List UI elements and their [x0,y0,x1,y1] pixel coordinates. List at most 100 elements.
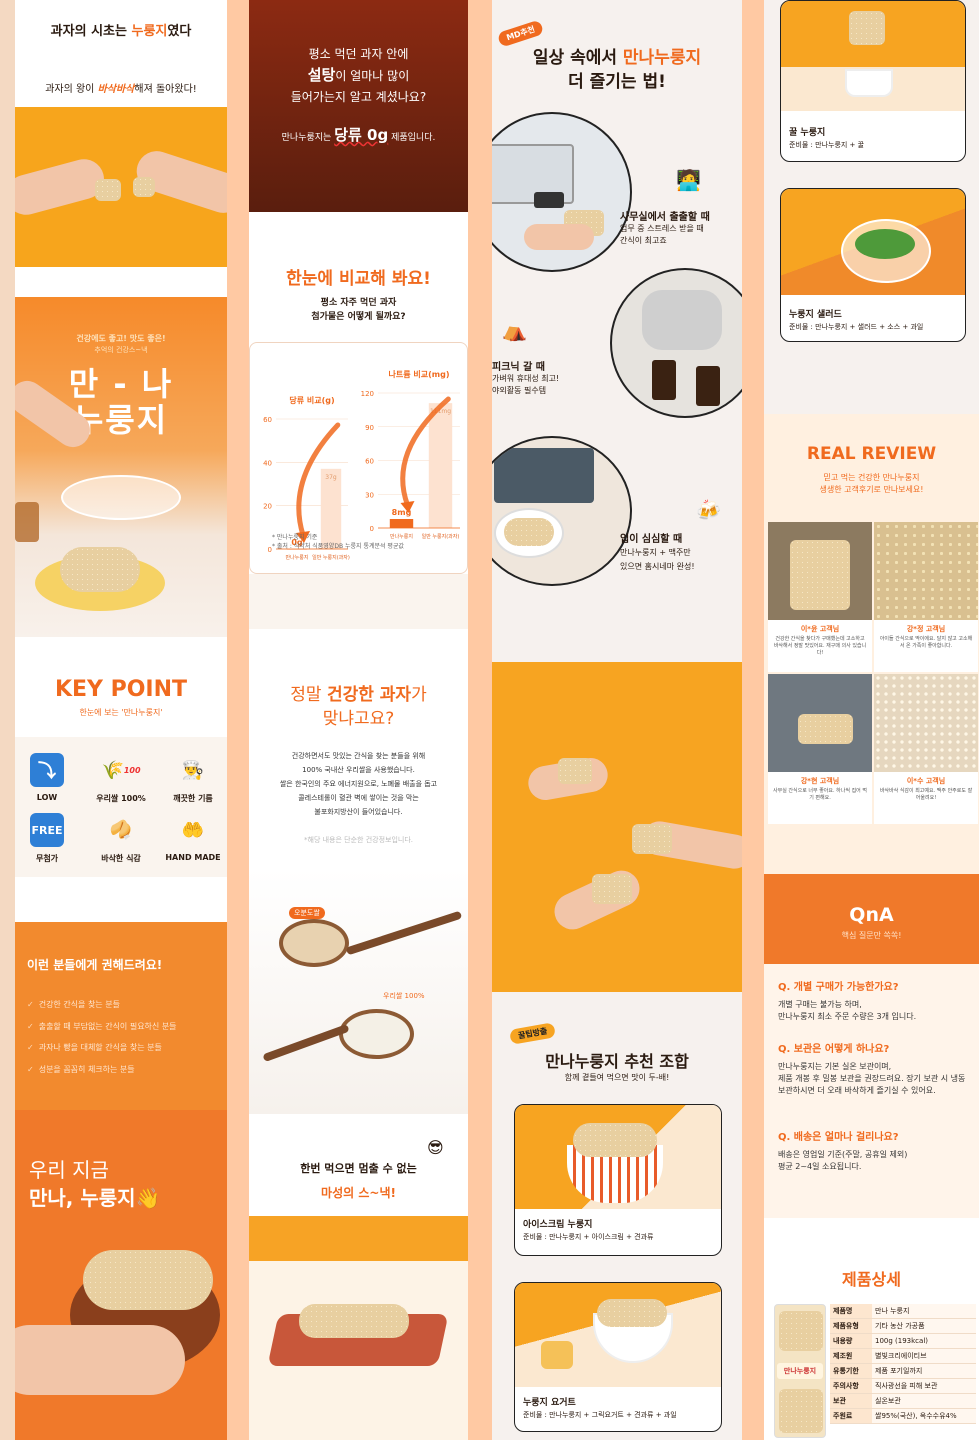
chart-note-2: * 출처 : 식약처 식품영양DB 누룽지 통계분석 평균값 [272,543,404,550]
qna-question: Q. 개별 구매가 가능한가요? [778,982,899,993]
recommend-list: ✓ 건강한 간식을 찾는 분들 ✓ 출출할 때 부담없는 간식이 필요하신 분들 ✓… [27,994,177,1080]
qna-title: QnA [849,904,894,926]
honey-tip-badge: 꿀팁방출 [509,1022,557,1045]
healthy-section: 정말 건강한 과자가 맞냐고요? 건강하면서도 맛있는 간식을 찾는 분들을 위… [249,629,468,869]
combo-title: 만나누룽지 추천 조합 [545,1052,689,1071]
fortune-cookie-icon: 🥠 [109,819,133,841]
check-icon: ✓ [27,1000,34,1009]
healthy-note: *해당 내용은 단순한 건강정보입니다. [304,836,413,844]
scene-snack-title: 입이 심심할 때 [620,534,683,545]
beer-mugs-icon: 🍻 [696,498,721,522]
key-point-label: 바삭한 식감 [101,854,141,863]
review-author: 이*수 고객님 [906,777,946,785]
combo-3-name: 꿀 누룽지 [789,128,826,138]
md-recommend-badge: MD추천 [496,19,545,48]
detail-key: 주원료 [830,1408,872,1424]
qna-question: Q. 배송은 얼마나 걸리나요? [778,1132,899,1143]
detail-value: 별빛크리에이티브 [872,1348,976,1364]
hands-breaking-nurungji-photo [15,107,227,267]
md-recommend-section: MD추천 일상 속에서 만나누룽지 더 즐기는 법! 🧑‍💻 사무실에서 출출할… [492,0,742,662]
key-point-subtitle: 한눈에 보는 '만나누룽지' [79,708,163,717]
chart-title: 당류 비교(g) [289,395,334,405]
recommend-title: 이런 분들에게 권해드려요! [27,958,163,972]
recommend-section: 이런 분들에게 권해드려요! ✓ 건강한 간식을 찾는 분들 ✓ 출출할 때 부담없… [15,922,227,1110]
review-text: 바삭바삭 식감이 최고예요. 맥주 안주로도 잘 어울려요! [879,788,973,801]
sugar-answer-highlight: 당류 0g [334,126,389,144]
combo-card-honey: 꿀 누룽지 준비물 : 만나누룽지 + 꿀 [780,0,966,162]
scene-office-desc-2: 간식이 최고죠 [620,236,667,245]
combo-4-name: 누룽지 샐러드 [789,310,842,320]
key-point-header: KEY POINT 한눈에 보는 '만나누룽지' [15,637,227,737]
bar [389,519,414,528]
key-point-rice: 🌾 100 우리쌀 100% [91,753,151,804]
closing-section: 우리 지금 만나, 누룽지👋 [15,1110,227,1440]
detail-key: 보관 [830,1393,872,1409]
y-tick-label: 60 [365,458,374,466]
detail-value: 직사광선을 피해 보관 [872,1378,976,1394]
detail-value: 만나 누룽지 [872,1304,976,1319]
hero-tagline-1: 건강에도 좋고! 맛도 좋은! [76,334,166,343]
detail-key: 제품명 [830,1304,872,1319]
intro-title-prefix: 과자의 시초는 [50,24,127,39]
sugar-section: 평소 먹던 과자 안에 설탕이 얼마나 많이 들어가는지 알고 계셨나요? 만나… [249,0,468,212]
detail-row: 주의사항 직사광선을 피해 보관 [830,1378,976,1394]
addictive-line-1: 한번 먹으면 멈출 수 없는 [300,1162,417,1175]
closing-line-1: 우리 지금 [29,1158,109,1182]
qna-answer-1: 만나누룽지는 기본 실온 보관이며, [778,1062,892,1071]
review-text: 건강한 간식을 찾다가 구매했는데 고소하고 바삭해서 정말 맛있어요. 재구매… [773,636,867,656]
hero-tagline-2: 추억의 건강스~낵 [94,346,148,354]
compare-subtitle-2: 첨가물은 어떻게 될까요? [311,312,406,322]
x-tick-label: 일반 누룽지(과자) [312,554,350,561]
scene-snack-desc-1: 만나누룽지 + 맥주만 [620,548,691,557]
y-tick-label: 0 [370,525,374,533]
review-author: 강*정 고객님 [906,625,946,633]
column-gap [227,0,249,1440]
arrow-down-icon: ⤵ [30,753,64,787]
compare-subtitle-1: 평소 자주 먹던 과자 [320,298,397,308]
review-card: 이*수 고객님 바삭바삭 식감이 최고예요. 맥주 안주로도 잘 어울려요! [874,674,978,824]
y-tick-label: 30 [365,491,374,499]
check-icon: ✓ [27,1043,34,1052]
key-point-label: LOW [36,793,58,802]
healthy-title-line-2: 맞냐고요? [322,709,395,729]
detail-value: 기타 농산 가공품 [872,1318,976,1334]
detail-column-2: 평소 먹던 과자 안에 설탕이 얼마나 많이 들어가는지 알고 계셨나요? 만나… [249,0,468,1440]
qna-item: Q. 보관은 어떻게 하나요? 만나누룽지는 기본 실온 보관이며, 제품 개봉… [778,1040,970,1097]
scene-picnic-title: 피크닉 갈 때 [492,362,545,373]
compare-charts-card: 당류 비교(g) 0 20 40 60 0g 만나누룽지 37g 일반 누룽지(과자) 나트륨 … [249,342,468,574]
qna-header: QnA 핵심 질문만 쏙쏙! [764,874,979,964]
detail-row: 유통기한 제품 포기일까지 [830,1363,976,1379]
detail-key: 유통기한 [830,1363,872,1379]
key-point-label: 무첨가 [35,854,59,863]
combo-card-yogurt: 누룽지 요거트 준비물 : 만나누룽지 + 그릭요거트 + 견과류 + 과일 [514,1282,722,1432]
check-icon: ✓ [27,1021,34,1031]
three-hands-photo [492,662,742,992]
package-label: 만나누룽지 [777,1363,823,1379]
product-detail-section: 제품상세 만나누룽지 제품명 만나 누룽지 제품유형 기타 농산 가공품 내용량 100g… [764,1218,979,1440]
detail-value: 쌀95%(국산), 옥수수유4% [872,1408,976,1424]
md-title-prefix: 일상 속에서 [532,48,617,68]
qna-answer-1: 개별 구매는 불가능 하며, [778,1000,862,1009]
key-point-crispy: 🥠 바삭한 식감 [91,813,151,864]
salad-bowl [61,475,181,520]
scene-office-title: 사무실에서 출출할 때 [620,212,710,223]
compare-title: 한눈에 비교해 봐요! [286,269,431,289]
combo-subtitle: 함께 곁들여 먹으면 맛이 두-배! [564,1073,670,1082]
detail-key: 주의사항 [830,1378,872,1394]
spoon-label-2: 우리쌀 100% [383,992,425,1000]
y-tick-label: 120 [361,390,374,398]
intro-title-suffix: 였다 [167,24,192,39]
recommend-item: ✓ 건강한 간식을 찾는 분들 [27,1000,120,1009]
detail-row: 주원료 쌀95%(국산), 옥수수유4% [830,1408,976,1424]
sugar-question-1: 평소 먹던 과자 안에 [308,47,409,61]
sugar-question-2: 이 얼마나 많이 [335,69,410,83]
detail-value: 100g (193kcal) [872,1333,976,1349]
detail-value: 제품 포기일까지 [872,1363,976,1379]
intro-sub-prefix: 과자의 왕이 [45,84,95,95]
detail-key: 제품유형 [830,1318,872,1334]
detail-key: 내용량 [830,1333,872,1349]
product-detail-table: 제품명 만나 누룽지 제품유형 기타 농산 가공품 내용량 100g (193kcal) 제… [830,1304,976,1424]
combo-card-salad: 누룽지 샐러드 준비물 : 만나누룽지 + 샐러드 + 소스 + 과일 [780,188,966,342]
plate-photo [249,1216,468,1440]
intro-sub-highlight: 바삭바삭 [97,84,135,95]
